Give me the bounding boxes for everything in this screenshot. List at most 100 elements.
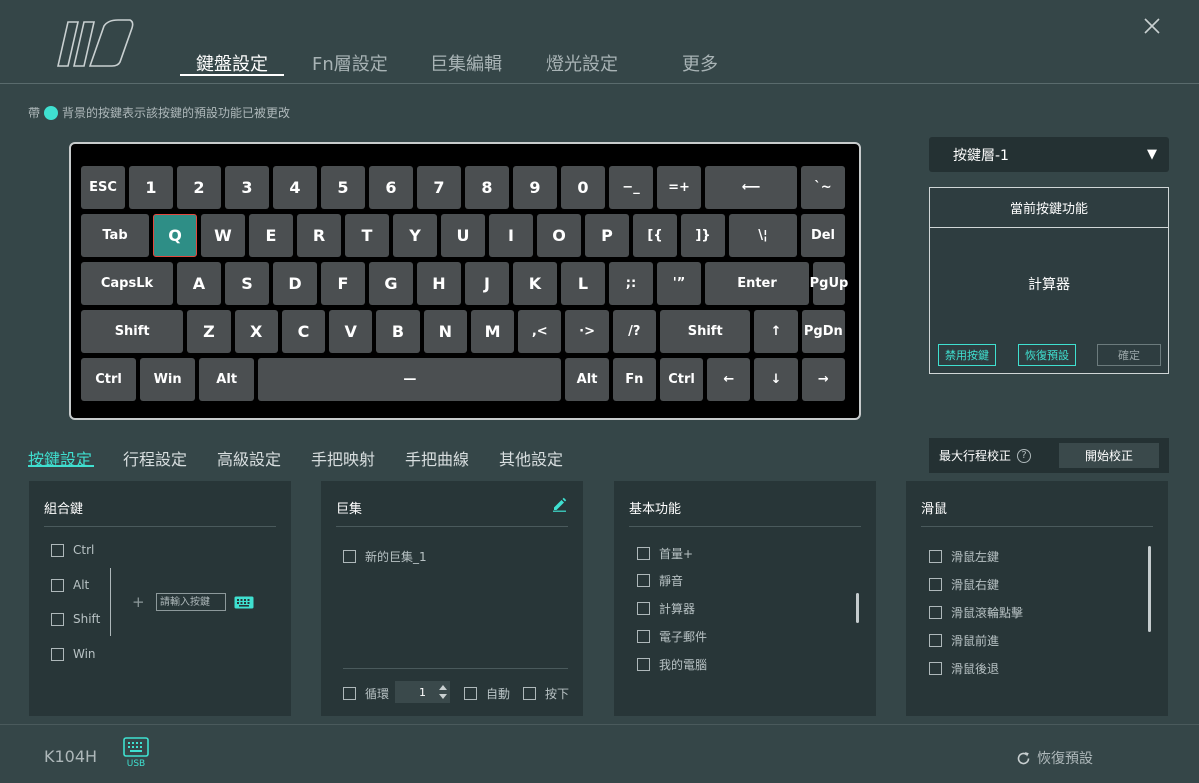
basic-list-scrollbar[interactable] bbox=[856, 593, 859, 623]
key-1-0[interactable]: Tab bbox=[81, 214, 149, 257]
key-input-field[interactable] bbox=[156, 593, 226, 611]
checkbox-icon[interactable] bbox=[523, 687, 536, 700]
key-3-11[interactable]: Shift bbox=[659, 310, 751, 353]
layer-dropdown[interactable]: 按鍵層-1 ▼ bbox=[929, 137, 1169, 172]
key-3-12[interactable]: ↑ bbox=[754, 310, 798, 353]
checkbox-icon[interactable] bbox=[343, 687, 356, 700]
key-1-14[interactable]: Del bbox=[801, 214, 845, 257]
tab-fn-layer[interactable]: Fn層設定 bbox=[312, 50, 388, 76]
checkbox-icon[interactable] bbox=[51, 578, 64, 592]
checkbox-icon[interactable] bbox=[929, 550, 942, 563]
checkbox-icon[interactable] bbox=[51, 647, 64, 661]
checkbox-icon[interactable] bbox=[637, 547, 650, 560]
key-1-13[interactable]: \¦ bbox=[729, 214, 797, 257]
checkbox-icon[interactable] bbox=[929, 606, 942, 619]
key-4-8[interactable]: ↓ bbox=[754, 358, 798, 401]
key-3-10[interactable]: /? bbox=[612, 310, 656, 353]
modifier-shift-checkbox[interactable]: Shift bbox=[51, 612, 100, 626]
key-0-7[interactable]: 7 bbox=[417, 166, 461, 209]
checkbox-icon[interactable] bbox=[637, 658, 650, 671]
key-4-4[interactable]: Alt bbox=[565, 358, 609, 401]
key-4-6[interactable]: Ctrl bbox=[659, 358, 704, 401]
key-0-13[interactable]: ⟵ bbox=[705, 166, 797, 209]
checkbox-icon[interactable] bbox=[637, 602, 650, 615]
key-2-0[interactable]: CapsLk bbox=[81, 262, 173, 305]
key-1-7[interactable]: U bbox=[441, 214, 485, 257]
spinner-arrows-icon[interactable] bbox=[438, 683, 448, 701]
key-2-7[interactable]: J bbox=[465, 262, 509, 305]
subtab-other-settings[interactable]: 其他設定 bbox=[499, 446, 563, 470]
key-4-9[interactable]: → bbox=[801, 358, 845, 401]
key-0-10[interactable]: 0 bbox=[561, 166, 605, 209]
subtab-travel-settings[interactable]: 行程設定 bbox=[123, 446, 187, 470]
key-2-11[interactable]: '” bbox=[657, 262, 701, 305]
basic-function-item[interactable]: 靜音 bbox=[637, 572, 683, 589]
key-1-4[interactable]: R bbox=[297, 214, 341, 257]
key-1-5[interactable]: T bbox=[345, 214, 389, 257]
modifier-ctrl-checkbox[interactable]: Ctrl bbox=[51, 543, 94, 557]
checkbox-icon[interactable] bbox=[343, 550, 356, 563]
key-3-8[interactable]: ,< bbox=[518, 310, 562, 353]
key-2-6[interactable]: H bbox=[417, 262, 461, 305]
subtab-gamepad-mapping[interactable]: 手把映射 bbox=[311, 446, 375, 470]
subtab-gamepad-curve[interactable]: 手把曲線 bbox=[405, 446, 469, 470]
start-calibration-button[interactable]: 開始校正 bbox=[1059, 443, 1159, 468]
tab-lighting[interactable]: 燈光設定 bbox=[546, 50, 618, 76]
key-3-3[interactable]: C bbox=[281, 310, 326, 353]
key-4-0[interactable]: Ctrl bbox=[81, 358, 137, 401]
auto-checkbox[interactable]: 自動 bbox=[464, 685, 510, 702]
key-4-1[interactable]: Win bbox=[140, 358, 196, 401]
checkbox-icon[interactable] bbox=[637, 630, 650, 643]
key-1-1[interactable]: Q bbox=[153, 214, 197, 257]
confirm-button[interactable]: 確定 bbox=[1097, 344, 1161, 366]
checkbox-icon[interactable] bbox=[929, 662, 942, 675]
basic-function-item[interactable]: 首量+ bbox=[637, 545, 693, 562]
key-2-12[interactable]: Enter bbox=[705, 262, 809, 305]
mouse-list-scrollbar[interactable] bbox=[1148, 546, 1151, 632]
tab-more[interactable]: 更多 bbox=[682, 50, 718, 76]
key-2-9[interactable]: L bbox=[561, 262, 605, 305]
key-3-13[interactable]: PgDn bbox=[801, 310, 845, 353]
key-1-6[interactable]: Y bbox=[393, 214, 437, 257]
checkbox-icon[interactable] bbox=[51, 543, 64, 557]
press-checkbox[interactable]: 按下 bbox=[523, 685, 569, 702]
mouse-function-item[interactable]: 滑鼠右鍵 bbox=[929, 576, 999, 593]
close-icon[interactable] bbox=[1140, 14, 1164, 38]
mouse-function-item[interactable]: 滑鼠後退 bbox=[929, 660, 999, 677]
modifier-win-checkbox[interactable]: Win bbox=[51, 647, 96, 661]
restore-default-key-button[interactable]: 恢復預設 bbox=[1018, 344, 1076, 366]
key-0-4[interactable]: 4 bbox=[273, 166, 317, 209]
key-1-3[interactable]: E bbox=[249, 214, 293, 257]
checkbox-icon[interactable] bbox=[929, 634, 942, 647]
mouse-function-item[interactable]: 滑鼠左鍵 bbox=[929, 548, 999, 565]
key-0-2[interactable]: 2 bbox=[177, 166, 221, 209]
key-2-13[interactable]: PgUp bbox=[810, 262, 848, 305]
checkbox-icon[interactable] bbox=[929, 578, 942, 591]
basic-function-item[interactable]: 我的電腦 bbox=[637, 656, 707, 673]
key-3-5[interactable]: B bbox=[376, 310, 420, 353]
key-3-1[interactable]: Z bbox=[187, 310, 231, 353]
key-0-3[interactable]: 3 bbox=[225, 166, 269, 209]
key-1-8[interactable]: I bbox=[489, 214, 533, 257]
key-0-0[interactable]: ESC bbox=[81, 166, 125, 209]
key-0-1[interactable]: 1 bbox=[129, 166, 173, 209]
loop-checkbox[interactable]: 循環 bbox=[343, 685, 389, 702]
key-1-12[interactable]: ]} bbox=[681, 214, 725, 257]
key-2-3[interactable]: D bbox=[273, 262, 317, 305]
key-4-7[interactable]: ← bbox=[707, 358, 751, 401]
modifier-alt-checkbox[interactable]: Alt bbox=[51, 578, 89, 592]
disable-key-button[interactable]: 禁用按鍵 bbox=[938, 344, 996, 366]
tab-macro-editor[interactable]: 巨集編輯 bbox=[430, 50, 502, 76]
checkbox-icon[interactable] bbox=[464, 687, 477, 700]
basic-function-item[interactable]: 電子郵件 bbox=[637, 628, 707, 645]
key-0-12[interactable]: =+ bbox=[657, 166, 701, 209]
key-3-2[interactable]: X bbox=[234, 310, 278, 353]
key-3-7[interactable]: M bbox=[470, 310, 515, 353]
checkbox-icon[interactable] bbox=[637, 574, 650, 587]
key-1-9[interactable]: O bbox=[537, 214, 581, 257]
key-1-11[interactable]: [{ bbox=[633, 214, 677, 257]
key-2-5[interactable]: G bbox=[369, 262, 413, 305]
mouse-function-item[interactable]: 滑鼠前進 bbox=[929, 632, 999, 649]
key-0-5[interactable]: 5 bbox=[321, 166, 365, 209]
key-4-5[interactable]: Fn bbox=[612, 358, 656, 401]
